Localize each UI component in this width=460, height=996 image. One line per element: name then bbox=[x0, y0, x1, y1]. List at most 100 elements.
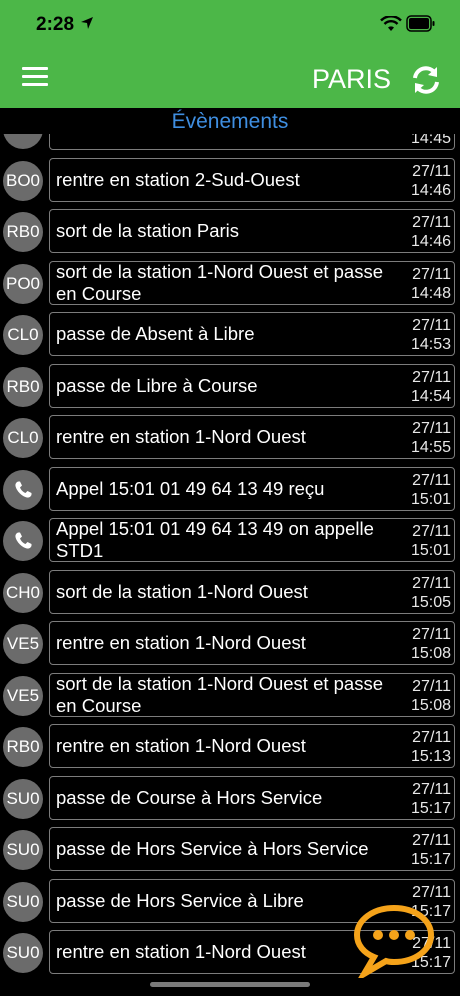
event-time: 15:01 bbox=[410, 490, 451, 508]
event-badge: RB0 bbox=[3, 212, 43, 252]
event-card[interactable]: rentre en station 1-Nord Ouest 27/11 15:13 bbox=[49, 724, 455, 768]
event-card[interactable]: passe de Hors Service à Hors Service 27/1… bbox=[49, 827, 455, 871]
event-badge: CL0 bbox=[3, 418, 43, 458]
event-card[interactable]: rentre en station 1-Nord Ouest 27/1114:45 bbox=[49, 134, 455, 150]
event-message: rentre en station 1-Nord Ouest bbox=[56, 622, 408, 664]
event-card[interactable]: passe de Course à Hors Service 27/11 15:17 bbox=[49, 775, 455, 820]
event-time: 15:01 bbox=[410, 542, 451, 559]
event-row[interactable]: TX0 rentre en station 1-Nord Ouest 27/1114… bbox=[0, 134, 460, 152]
event-row[interactable]: VE5 rentre en station 1-Nord Ouest 27/11 15… bbox=[0, 621, 460, 667]
event-row[interactable]: CL0 passe de Absent à Libre 27/11 14:53 bbox=[0, 312, 460, 358]
event-card[interactable]: rentre en station 2-Sud-Ouest 27/11 14:46 bbox=[49, 157, 455, 202]
event-card[interactable]: sort de la station 1-Nord Ouest et passe… bbox=[49, 672, 455, 717]
event-time: 15:13 bbox=[410, 748, 451, 765]
event-row[interactable]: SU0 passe de Hors Service à Hors Service 2… bbox=[0, 827, 460, 873]
event-card[interactable]: rentre en station 1-Nord Ouest 27/11 14:55 bbox=[49, 415, 455, 459]
event-badge: CL0 bbox=[3, 315, 43, 355]
event-timestamp: 27/11 14:46 bbox=[405, 162, 451, 200]
event-timestamp: 27/11 14:46 bbox=[405, 213, 451, 251]
event-timestamp: 27/11 14:55 bbox=[405, 419, 451, 457]
event-message: sort de la station 1-Nord Ouest et passe… bbox=[56, 261, 408, 304]
event-row[interactable]: Appel 15:01 01 49 64 13 49 on appelle ST… bbox=[0, 518, 460, 564]
refresh-button[interactable] bbox=[410, 64, 442, 96]
event-message-text: sort de la station Paris bbox=[56, 220, 240, 241]
event-badge: TX0 bbox=[3, 134, 43, 149]
event-card[interactable]: passe de Absent à Libre 27/11 14:53 bbox=[49, 312, 455, 356]
chat-bubble-icon bbox=[353, 904, 435, 983]
event-row[interactable]: VE5 sort de la station 1-Nord Ouest et pa… bbox=[0, 672, 460, 719]
battery-icon bbox=[406, 15, 435, 32]
event-date: 27/11 bbox=[412, 317, 451, 334]
event-timestamp: 27/11 15:01 bbox=[405, 522, 451, 560]
section-title: Évènements bbox=[171, 110, 289, 133]
event-badge bbox=[3, 521, 43, 561]
event-row[interactable]: SU0 passe de Course à Hors Service 27/11 15… bbox=[0, 775, 460, 822]
event-message-text: Appel 15:01 01 49 64 13 49 on appelle ST… bbox=[56, 518, 374, 561]
event-row[interactable]: RB0 passe de Libre à Course 27/11 14:54 bbox=[0, 363, 460, 410]
event-message: sort de la station 1-Nord Ouest et passe… bbox=[56, 672, 408, 716]
event-message: rentre en station 1-Nord Ouest bbox=[56, 134, 408, 149]
event-time: 14:53 bbox=[410, 336, 451, 353]
phone-icon bbox=[15, 481, 32, 498]
event-row[interactable]: BO0 rentre en station 2-Sud-Ouest 27/11 14:… bbox=[0, 157, 460, 204]
event-timestamp: 27/11 15:17 bbox=[405, 780, 451, 818]
event-message-text: passe de Hors Service à Hors Service bbox=[56, 838, 369, 859]
event-message: rentre en station 2-Sud-Ouest bbox=[56, 159, 408, 201]
phone-icon bbox=[15, 532, 32, 549]
event-date: 27/11 bbox=[412, 214, 451, 231]
event-card[interactable]: sort de la station 1-Nord Ouest 27/11 15:0… bbox=[49, 569, 455, 614]
event-card[interactable]: passe de Libre à Course 27/11 14:54 bbox=[49, 363, 455, 408]
status-bar: 2:28 bbox=[0, 0, 460, 50]
event-card[interactable]: sort de la station Paris 27/11 14:46 bbox=[49, 209, 455, 253]
event-row[interactable]: RB0 sort de la station Paris 27/11 14:46 bbox=[0, 209, 460, 255]
event-card[interactable]: Appel 15:01 01 49 64 13 49 on appelle ST… bbox=[49, 518, 455, 562]
event-message-text: sort de la station 1-Nord Ouest et passe… bbox=[56, 672, 384, 716]
event-date: 27/11 bbox=[412, 368, 451, 386]
event-list[interactable]: TX0rentre en station 1-Nord Ouest27/1114… bbox=[0, 134, 460, 996]
event-message: rentre en station 1-Nord Ouest bbox=[56, 416, 408, 458]
event-row[interactable]: PO0 sort de la station 1-Nord Ouest et pa… bbox=[0, 260, 460, 307]
event-row[interactable]: CH0 sort de la station 1-Nord Ouest 27/11 1… bbox=[0, 569, 460, 616]
event-badge: SU0 bbox=[3, 830, 43, 870]
event-message-text: rentre en station 2-Sud-Ouest bbox=[56, 168, 300, 190]
event-timestamp: 27/11 14:48 bbox=[405, 265, 451, 303]
home-indicator bbox=[150, 982, 310, 987]
event-row[interactable]: Appel 15:01 01 49 64 13 49 reçu 27/11 15:0… bbox=[0, 466, 460, 513]
event-card[interactable]: sort de la station 1-Nord Ouest et passe… bbox=[49, 260, 455, 305]
event-message-text: passe de Course à Hors Service bbox=[56, 786, 323, 808]
event-message: sort de la station Paris bbox=[56, 210, 408, 252]
event-timestamp: 27/11 15:17 bbox=[405, 831, 451, 869]
event-message-text: rentre en station 1-Nord Ouest bbox=[56, 134, 306, 139]
event-badge: SU0 bbox=[3, 933, 43, 973]
event-badge: VE5 bbox=[3, 675, 43, 716]
event-date: 27/11 bbox=[412, 832, 451, 849]
event-timestamp: 27/11 15:01 bbox=[405, 471, 451, 509]
hamburger-icon bbox=[22, 75, 48, 78]
event-timestamp: 27/11 14:53 bbox=[405, 316, 451, 354]
status-time: 2:28 bbox=[36, 14, 75, 35]
event-card[interactable]: Appel 15:01 01 49 64 13 49 reçu 27/11 15:0… bbox=[49, 466, 455, 511]
event-message-text: passe de Absent à Libre bbox=[56, 323, 255, 344]
event-date: 27/11 bbox=[412, 420, 451, 437]
event-date: 27/11 bbox=[412, 265, 451, 283]
event-timestamp: 27/11 14:54 bbox=[405, 368, 451, 406]
event-message-text: rentre en station 1-Nord Ouest bbox=[56, 735, 306, 756]
event-time: 15:05 bbox=[410, 593, 451, 611]
chat-button[interactable] bbox=[352, 904, 436, 983]
event-time: 15:17 bbox=[410, 851, 451, 868]
event-time: 14:46 bbox=[410, 181, 451, 199]
refresh-icon bbox=[413, 66, 439, 94]
event-date: 27/11 bbox=[412, 883, 451, 901]
event-message-text: rentre en station 1-Nord Ouest bbox=[56, 941, 306, 962]
event-date: 27/11 bbox=[412, 780, 451, 798]
event-row[interactable]: RB0 rentre en station 1-Nord Ouest 27/11 15… bbox=[0, 724, 460, 770]
event-badge: SU0 bbox=[3, 881, 43, 922]
event-row[interactable]: CL0 rentre en station 1-Nord Ouest 27/11 14… bbox=[0, 415, 460, 461]
event-card[interactable]: rentre en station 1-Nord Ouest 27/11 15:08 bbox=[49, 621, 455, 665]
event-message: passe de Libre à Course bbox=[56, 365, 408, 407]
event-timestamp: 27/11 15:13 bbox=[405, 728, 451, 766]
event-date: 27/11 bbox=[412, 677, 451, 695]
event-date: 27/11 bbox=[412, 523, 451, 540]
event-message-text: rentre en station 1-Nord Ouest bbox=[56, 632, 306, 653]
menu-button[interactable] bbox=[22, 67, 48, 93]
